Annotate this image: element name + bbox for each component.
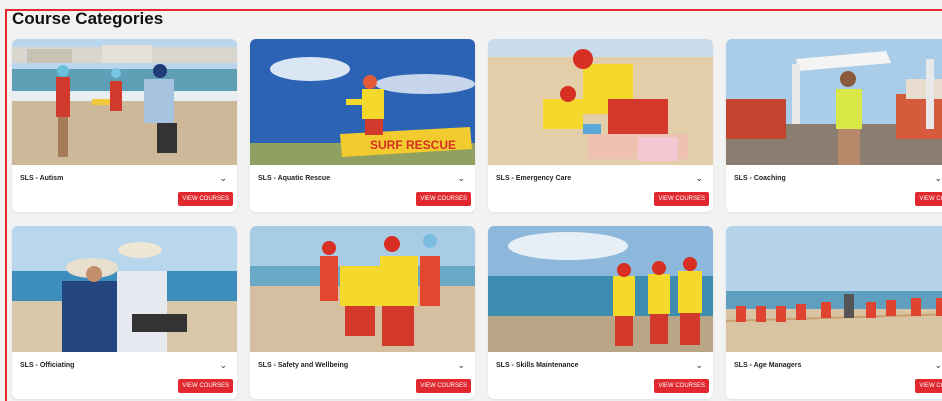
category-card-coaching[interactable]: SLS - Coaching ⌄ VIEW COURSES [726, 39, 942, 212]
chevron-down-icon[interactable]: ⌄ [695, 360, 703, 371]
category-image[interactable]: SURF RESCUE [250, 39, 475, 165]
category-title: SLS - Autism [20, 175, 64, 182]
chevron-down-icon[interactable]: ⌄ [457, 173, 465, 184]
category-image[interactable] [488, 39, 713, 165]
page-title: Course Categories [12, 9, 164, 28]
chevron-down-icon[interactable]: ⌄ [457, 360, 465, 371]
chevron-down-icon[interactable]: ⌄ [934, 173, 942, 184]
category-card-aquatic-rescue[interactable]: SURF RESCUE SLS - Aquatic Rescue ⌄ VIEW … [250, 39, 475, 212]
view-courses-button[interactable]: VIEW COURSES [654, 379, 709, 393]
category-title: SLS - Skills Maintenance [496, 362, 579, 369]
category-title: SLS - Safety and Wellbeing [258, 362, 349, 369]
category-title: SLS - Officiating [20, 362, 75, 369]
chevron-down-icon[interactable]: ⌄ [219, 360, 227, 371]
view-courses-button[interactable]: VIEW COURSES [915, 192, 942, 206]
category-image[interactable] [250, 226, 475, 352]
view-courses-button[interactable]: VIEW COURSES [416, 379, 471, 393]
category-title: SLS - Coaching [734, 175, 786, 182]
view-courses-button[interactable]: VIEW COURSES [654, 192, 709, 206]
category-image[interactable] [726, 226, 942, 352]
category-card-safety-wellbeing[interactable]: SLS - Safety and Wellbeing ⌄ VIEW COURSE… [250, 226, 475, 399]
category-card-skills-maintenance[interactable]: SLS - Skills Maintenance ⌄ VIEW COURSES [488, 226, 713, 399]
svg-text:SURF RESCUE: SURF RESCUE [370, 138, 456, 152]
category-card-officiating[interactable]: SLS - Officiating ⌄ VIEW COURSES [12, 226, 237, 399]
view-courses-button[interactable]: VIEW COURSES [178, 379, 233, 393]
category-image[interactable] [488, 226, 713, 352]
category-image[interactable] [12, 226, 237, 352]
category-title: SLS - Aquatic Rescue [258, 175, 331, 182]
category-card-age-managers[interactable]: SLS - Age Managers ⌄ VIEW COURSES [726, 226, 942, 399]
category-image[interactable] [12, 39, 237, 165]
category-card-autism[interactable]: SLS - Autism ⌄ VIEW COURSES [12, 39, 237, 212]
chevron-down-icon[interactable]: ⌄ [695, 173, 703, 184]
category-card-emergency-care[interactable]: SLS - Emergency Care ⌄ VIEW COURSES [488, 39, 713, 212]
category-image[interactable] [726, 39, 942, 165]
category-title: SLS - Emergency Care [496, 175, 572, 182]
view-courses-button[interactable]: VIEW COURSES [915, 379, 942, 393]
view-courses-button[interactable]: VIEW COURSES [178, 192, 233, 206]
view-courses-button[interactable]: VIEW COURSES [416, 192, 471, 206]
category-title: SLS - Age Managers [734, 362, 802, 369]
chevron-down-icon[interactable]: ⌄ [219, 173, 227, 184]
chevron-down-icon[interactable]: ⌄ [934, 360, 942, 371]
